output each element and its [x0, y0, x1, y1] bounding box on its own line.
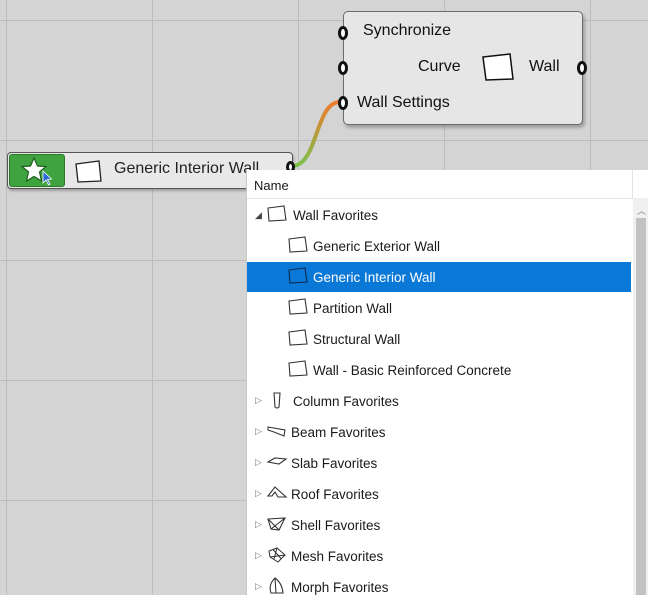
scrollbar-thumb[interactable]	[636, 218, 646, 595]
column-icon	[273, 392, 281, 409]
parameter-value: Generic Interior Wall	[114, 160, 260, 177]
tree-item-generic-interior-wall[interactable]: Generic Interior Wall	[247, 262, 631, 292]
tree-item-label: Structural Wall	[313, 332, 401, 347]
expand-arrow-icon[interactable]: ▷	[255, 519, 262, 530]
tree-group-label: Beam Favorites	[291, 425, 386, 440]
tree-item-label: Wall - Basic Reinforced Concrete	[313, 363, 512, 378]
output-label-wall: Wall	[529, 58, 560, 75]
favorites-dropdown[interactable]: Name ◢ Wall Favorites Generic Exterior W…	[246, 170, 648, 595]
column-separator[interactable]	[632, 170, 633, 198]
morph-icon	[269, 577, 284, 594]
tree-item-label: Generic Exterior Wall	[313, 239, 441, 254]
tree-group-wall-favorites[interactable]: ◢ Wall Favorites	[247, 200, 631, 230]
output-port-wall[interactable]	[577, 61, 587, 75]
wall-icon	[288, 267, 308, 284]
tree-group-label: Roof Favorites	[291, 487, 379, 502]
tree-group-label: Column Favorites	[293, 394, 399, 409]
tree-item-partition-wall[interactable]: Partition Wall	[247, 293, 631, 323]
shell-icon	[267, 517, 286, 531]
input-label-wall-settings: Wall Settings	[357, 94, 450, 111]
tree-group-mesh-favorites[interactable]: ▷ Mesh Favorites	[247, 541, 631, 571]
wall-icon	[288, 236, 308, 253]
input-port-curve[interactable]	[338, 61, 348, 75]
input-label-synchronize: Synchronize	[363, 22, 452, 39]
expand-arrow-icon[interactable]: ▷	[255, 488, 262, 499]
input-port-wall-settings[interactable]	[338, 96, 348, 110]
input-label-curve: Curve	[418, 58, 461, 75]
expand-arrow-icon[interactable]: ▷	[255, 457, 262, 468]
wall-icon	[288, 298, 308, 315]
favorites-button[interactable]	[9, 154, 65, 187]
tree-group-label: Wall Favorites	[293, 208, 379, 223]
tree-item-label: Partition Wall	[313, 301, 393, 316]
tree-item-generic-exterior-wall[interactable]: Generic Exterior Wall	[247, 231, 631, 261]
wall-icon	[288, 329, 308, 346]
expand-arrow-icon[interactable]: ▷	[255, 426, 262, 437]
tree-group-label: Mesh Favorites	[291, 549, 384, 564]
wall-icon	[288, 360, 308, 377]
tree-item-label: Generic Interior Wall	[313, 270, 436, 285]
slab-icon	[266, 457, 288, 465]
wall-icon	[267, 205, 287, 222]
tree-group-label: Slab Favorites	[291, 456, 378, 471]
tree-item-structural-wall[interactable]: Structural Wall	[247, 324, 631, 354]
beam-icon	[267, 426, 286, 437]
scroll-up-icon[interactable]: ︿	[637, 204, 646, 217]
column-header-name: Name	[254, 178, 289, 193]
wall-icon	[75, 160, 102, 183]
tree-group-roof-favorites[interactable]: ▷ Roof Favorites	[247, 479, 631, 509]
tree-group-label: Morph Favorites	[291, 580, 389, 595]
tree-group-label: Shell Favorites	[291, 518, 381, 533]
wall-component[interactable]: Synchronize Curve Wall Settings Wall	[338, 11, 587, 125]
vertical-scrollbar[interactable]: ︿	[633, 198, 648, 595]
expand-arrow-icon[interactable]: ▷	[255, 395, 262, 406]
tree-item-wall-basic-reinforced-concrete[interactable]: Wall - Basic Reinforced Concrete	[247, 355, 631, 385]
tree-group-morph-favorites[interactable]: ▷ Morph Favorites	[247, 572, 631, 595]
expand-arrow-icon[interactable]: ▷	[255, 581, 262, 592]
tree-group-shell-favorites[interactable]: ▷ Shell Favorites	[247, 510, 631, 540]
roof-icon	[266, 486, 288, 498]
star-cursor-icon	[20, 156, 53, 186]
expand-arrow-icon[interactable]: ▷	[255, 550, 262, 561]
tree-group-column-favorites[interactable]: ▷ Column Favorites	[247, 386, 631, 416]
mesh-icon	[268, 547, 286, 563]
tree-group-beam-favorites[interactable]: ▷ Beam Favorites	[247, 417, 631, 447]
input-port-synchronize[interactable]	[338, 26, 348, 40]
collapse-arrow-icon[interactable]: ◢	[255, 210, 262, 221]
tree-group-slab-favorites[interactable]: ▷ Slab Favorites	[247, 448, 631, 478]
column-header[interactable]: Name	[247, 170, 633, 199]
wall-icon	[482, 53, 514, 81]
